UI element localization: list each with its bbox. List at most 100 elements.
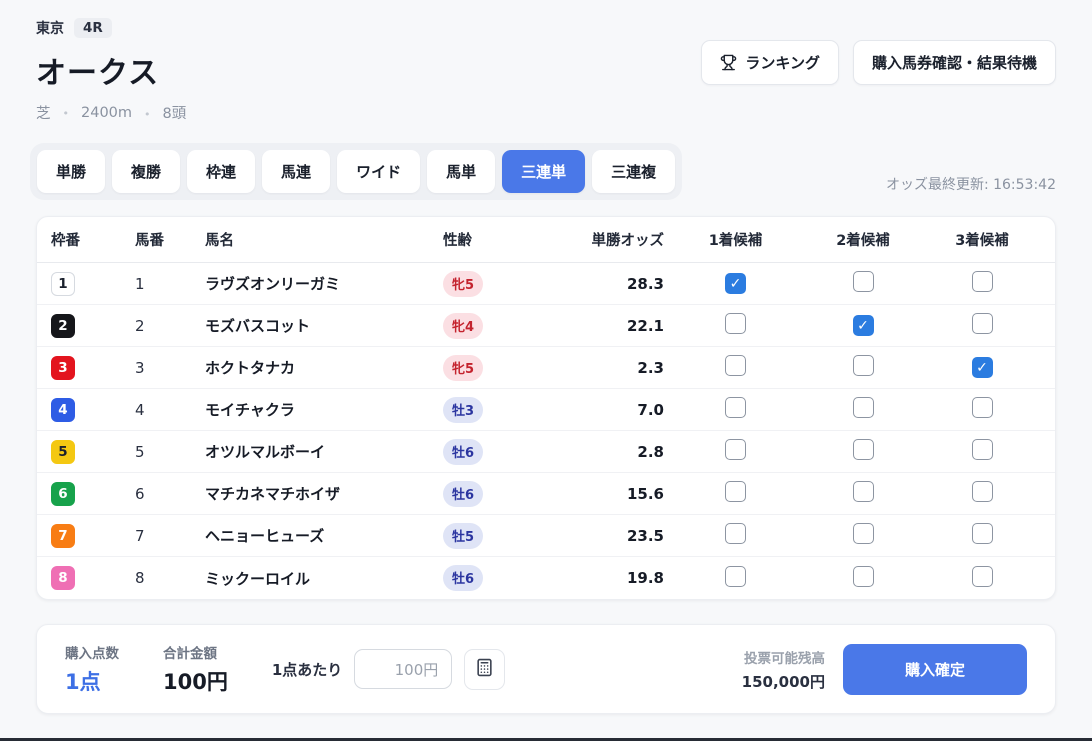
race-meta-item: 8頭	[132, 102, 186, 123]
ranking-button[interactable]: ランキング	[701, 40, 839, 85]
per-point-input[interactable]	[354, 649, 452, 689]
sex-age-cell: 牡5	[443, 523, 558, 549]
sex-age-badge: 牡6	[443, 481, 483, 507]
total-label: 合計金額	[163, 642, 228, 662]
pick3-checkbox[interactable]	[972, 566, 993, 587]
sex-age-badge: 牝4	[443, 313, 483, 339]
pick3-checkbox[interactable]	[972, 439, 993, 460]
pick1-cell	[668, 523, 803, 548]
pick3-cell	[923, 523, 1041, 548]
frame-cell: 1	[51, 272, 135, 296]
pick3-checkbox[interactable]	[972, 397, 993, 418]
col-name: 馬名	[205, 217, 443, 262]
horse-name: ラヴズオンリーガミ	[205, 273, 443, 294]
header-actions: ランキング 購入馬券確認・結果待機	[701, 18, 1056, 123]
col-pick2: 2着候補	[803, 217, 923, 262]
sex-age-badge: 牝5	[443, 355, 483, 381]
pick1-checkbox[interactable]	[725, 313, 746, 334]
per-point-label: 1点あたり	[272, 659, 342, 680]
horse-name: ミックーロイル	[205, 568, 443, 589]
pick2-checkbox[interactable]	[853, 355, 874, 376]
pick2-cell	[803, 355, 923, 380]
table-row: 22モズバスコット牝422.1	[37, 305, 1055, 347]
win-odds-value: 19.8	[558, 569, 668, 587]
frame-cell: 7	[51, 524, 135, 548]
frame-number-badge: 2	[51, 314, 75, 338]
pick1-checkbox[interactable]	[725, 355, 746, 376]
pick1-checkbox[interactable]	[725, 523, 746, 544]
pick3-checkbox[interactable]	[972, 313, 993, 334]
odds-updated-label: オッズ最終更新: 16:53:42	[886, 174, 1056, 200]
horse-name: モイチャクラ	[205, 399, 443, 420]
pick1-checkbox[interactable]	[725, 439, 746, 460]
pick3-cell	[923, 566, 1041, 591]
pick1-checkbox[interactable]	[725, 481, 746, 502]
tab-tansho[interactable]: 単勝	[37, 150, 105, 193]
horse-number: 5	[135, 443, 205, 461]
tab-fukusho[interactable]: 複勝	[112, 150, 180, 193]
pick1-cell	[668, 313, 803, 338]
pick3-checkbox[interactable]	[972, 523, 993, 544]
sex-age-cell: 牝5	[443, 355, 558, 381]
tab-umaren[interactable]: 馬連	[262, 150, 330, 193]
sex-age-cell: 牡6	[443, 481, 558, 507]
purchased-tickets-button[interactable]: 購入馬券確認・結果待機	[853, 40, 1056, 85]
pick1-checkbox[interactable]	[725, 273, 746, 294]
pick2-checkbox[interactable]	[853, 439, 874, 460]
race-meta: 芝2400m8頭	[36, 102, 186, 123]
sex-age-badge: 牡6	[443, 565, 483, 591]
sex-age-badge: 牡3	[443, 397, 483, 423]
trophy-icon	[720, 54, 737, 71]
frame-number-badge: 1	[51, 272, 75, 296]
pick2-checkbox[interactable]	[853, 315, 874, 336]
pick1-cell	[668, 355, 803, 380]
tab-wide[interactable]: ワイド	[337, 150, 420, 193]
horse-number: 8	[135, 569, 205, 587]
pick2-checkbox[interactable]	[853, 523, 874, 544]
pick3-checkbox[interactable]	[972, 271, 993, 292]
sex-age-badge: 牡6	[443, 439, 483, 465]
total-value: 100円	[163, 666, 228, 696]
win-odds-value: 2.3	[558, 359, 668, 377]
pick3-cell	[923, 357, 1041, 379]
tab-sanrentan[interactable]: 三連単	[502, 150, 585, 193]
win-odds-value: 2.8	[558, 443, 668, 461]
pick3-checkbox[interactable]	[972, 481, 993, 502]
table-body: 11ラヴズオンリーガミ牝528.322モズバスコット牝422.133ホクトタナカ…	[37, 263, 1055, 599]
horse-number: 2	[135, 317, 205, 335]
win-odds-value: 23.5	[558, 527, 668, 545]
tab-wakuren[interactable]: 枠連	[187, 150, 255, 193]
calculator-icon	[475, 658, 494, 680]
total-stat: 合計金額 100円	[163, 642, 228, 696]
sex-age-cell: 牡3	[443, 397, 558, 423]
pick2-cell	[803, 315, 923, 337]
pick1-checkbox[interactable]	[725, 397, 746, 418]
sex-age-cell: 牝5	[443, 271, 558, 297]
frame-number-badge: 7	[51, 524, 75, 548]
pick1-checkbox[interactable]	[725, 566, 746, 587]
pick2-checkbox[interactable]	[853, 481, 874, 502]
confirm-purchase-button[interactable]: 購入確定	[843, 644, 1027, 695]
balance-label: 投票可能残高	[742, 647, 825, 667]
ranking-button-label: ランキング	[745, 52, 820, 73]
points-value: 1点	[65, 666, 119, 696]
calculator-button[interactable]	[464, 649, 505, 690]
breadcrumb: 東京 4R	[36, 18, 186, 38]
tab-sanrenpuku[interactable]: 三連複	[592, 150, 675, 193]
sex-age-cell: 牡6	[443, 565, 558, 591]
frame-cell: 8	[51, 566, 135, 590]
pick1-cell	[668, 397, 803, 422]
horse-name: ヘニョーヒューズ	[205, 525, 443, 546]
race-meta-item: 2400m	[51, 105, 133, 121]
col-frame: 枠番	[51, 217, 135, 262]
col-sexage: 性齢	[443, 217, 558, 262]
pick3-checkbox[interactable]	[972, 357, 993, 378]
table-row: 11ラヴズオンリーガミ牝528.3	[37, 263, 1055, 305]
pick2-checkbox[interactable]	[853, 566, 874, 587]
col-pick3: 3着候補	[923, 217, 1041, 262]
tab-umatan[interactable]: 馬単	[427, 150, 495, 193]
pick2-checkbox[interactable]	[853, 271, 874, 292]
pick2-checkbox[interactable]	[853, 397, 874, 418]
horse-number: 7	[135, 527, 205, 545]
table-row: 66マチカネマチホイザ牡615.6	[37, 473, 1055, 515]
